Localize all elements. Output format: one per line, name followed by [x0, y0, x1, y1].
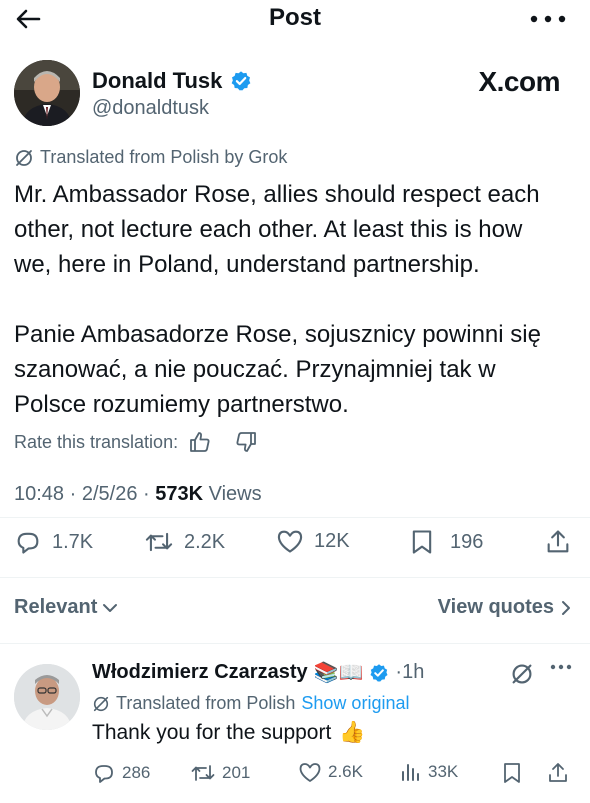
reply-actions: 286 201 2.6K 33K	[92, 761, 576, 789]
reply-views-button[interactable]: 33K	[400, 761, 458, 783]
reply-text: Thank you for the support	[92, 721, 332, 744]
reply-count: 1.7K	[52, 530, 94, 553]
translation-notice: Translated from Polish by Grok	[14, 147, 287, 168]
author-avatar[interactable]	[14, 60, 80, 126]
reply-reply-button[interactable]: 286	[92, 761, 150, 785]
reply-views-count: 33K	[428, 762, 459, 781]
verified-badge-icon	[232, 71, 251, 91]
views-count: 573K	[155, 483, 204, 505]
post-text-en-line: other, not lecture each other. At least …	[14, 216, 523, 243]
views-label: Views	[208, 483, 262, 505]
divider	[0, 643, 590, 644]
reply-icon	[95, 765, 113, 783]
share-icon	[549, 763, 567, 782]
bookmark-button[interactable]: 196	[410, 528, 483, 556]
author-handle[interactable]: @donaldtusk	[92, 97, 209, 120]
repost-icon	[191, 765, 215, 781]
bookmark-count: 196	[450, 530, 484, 553]
reply-author-avatar[interactable]	[14, 664, 80, 730]
more-horizontal-icon[interactable]	[550, 664, 572, 670]
thumbs-up-emoji: 👍	[339, 721, 366, 744]
reply-icon	[17, 532, 39, 554]
like-count: 12K	[314, 529, 350, 552]
grok-icon	[16, 149, 32, 166]
sort-relevant-dropdown[interactable]: Relevant	[14, 596, 119, 619]
chevron-right-icon	[562, 600, 570, 615]
reply-reply-count: 286	[122, 763, 151, 782]
bookmark-icon	[412, 530, 432, 554]
post-text-en-line: Mr. Ambassador Rose, allies should respe…	[14, 181, 540, 208]
grok-icon	[93, 696, 109, 711]
sort-label: Relevant	[14, 596, 98, 618]
more-horizontal-icon	[530, 15, 566, 23]
post-text-en-line: we, here in Poland, understand partnersh…	[14, 251, 480, 278]
heart-icon	[277, 530, 303, 553]
reply-repost-count: 201	[222, 763, 251, 782]
x-brand-logo: X.com	[478, 66, 560, 97]
share-icon	[547, 530, 569, 553]
top-bar: Post	[0, 0, 590, 40]
author-name[interactable]: Donald Tusk	[92, 68, 222, 94]
reply-repost-button[interactable]: 201	[190, 761, 250, 785]
repost-count: 2.2K	[184, 530, 226, 553]
view-quotes-label: View quotes	[437, 596, 554, 618]
post-actions: 1.7K 2.2K 12K 196	[14, 528, 576, 564]
reply-like-count: 2.6K	[328, 762, 363, 781]
reply-body: Thank you for the support 👍	[92, 721, 365, 745]
post-body: Mr. Ambassador Rose, allies should respe…	[14, 177, 579, 422]
analytics-bars-icon	[402, 764, 419, 781]
like-button[interactable]: 12K	[276, 528, 350, 554]
share-button[interactable]	[544, 528, 572, 556]
show-original-link[interactable]: Show original	[301, 693, 409, 714]
reply-translation-label: Translated from Polish	[116, 693, 296, 713]
thumbs-up-icon[interactable]	[188, 430, 212, 454]
post-text-pl-line: Panie Ambasadorze Rose, sojusznicy powin…	[14, 321, 541, 348]
bookmark-icon	[504, 763, 520, 783]
reply-time[interactable]: ·1h	[395, 661, 424, 684]
reply-header: Włodzimierz Czarzasty 📚📖 ·1h	[92, 660, 424, 685]
reply-author-name[interactable]: Włodzimierz Czarzasty	[92, 661, 308, 684]
more-options-button[interactable]	[528, 8, 568, 30]
post-time[interactable]: 10:48	[14, 483, 64, 505]
thumbs-down-icon[interactable]	[234, 430, 258, 454]
post-text-pl-line: Polsce rozumiemy partnerstwo.	[14, 391, 349, 418]
reply-translation-notice: Translated from Polish Show original	[92, 693, 409, 714]
heart-icon	[299, 763, 321, 782]
post-text-pl-line: szanować, a nie pouczać. Przynajmniej ta…	[14, 356, 496, 383]
view-quotes-link[interactable]: View quotes	[438, 596, 572, 619]
reply-share-button[interactable]	[546, 761, 570, 785]
repost-button[interactable]: 2.2K	[144, 528, 225, 556]
reply-like-button[interactable]: 2.6K	[298, 761, 363, 783]
reply-button[interactable]: 1.7K	[14, 528, 93, 556]
divider	[0, 517, 590, 518]
rate-translation-row: Rate this translation:	[14, 430, 258, 454]
post-metadata: 10:48 · 2/5/26 · 573K Views	[14, 483, 262, 505]
divider	[0, 577, 590, 578]
chevron-down-icon	[103, 603, 118, 612]
page-title: Post	[268, 4, 321, 31]
reply-author-emojis: 📚📖	[313, 662, 364, 684]
post-date[interactable]: 2/5/26	[82, 483, 138, 505]
translation-label: Translated from Polish by Grok	[40, 147, 288, 167]
rate-translation-label: Rate this translation:	[14, 431, 179, 452]
repost-icon	[145, 532, 173, 552]
author-name-row[interactable]: Donald Tusk	[92, 68, 252, 94]
verified-badge-icon	[370, 663, 388, 682]
grok-icon[interactable]	[510, 662, 534, 686]
reply-bookmark-button[interactable]	[502, 761, 522, 785]
